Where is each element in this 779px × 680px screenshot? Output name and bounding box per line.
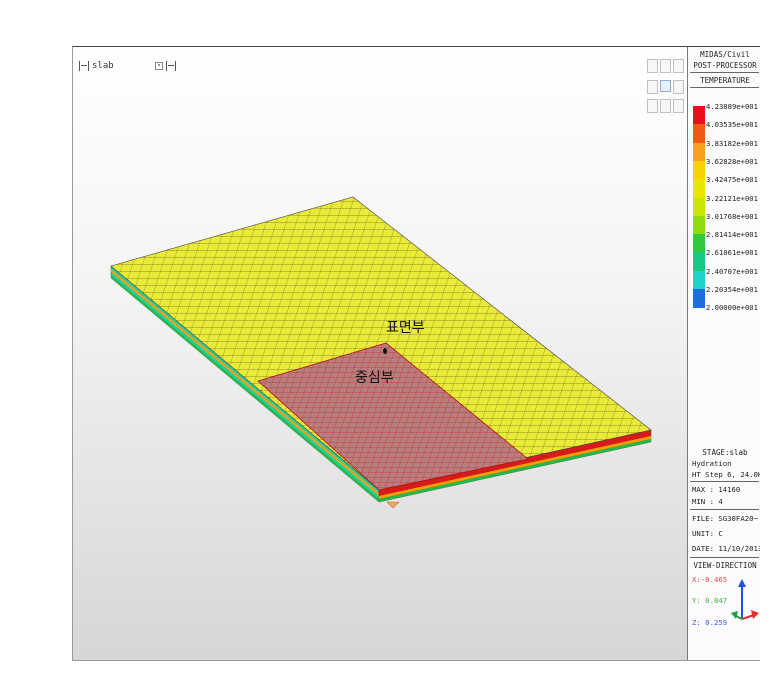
legend-swatch	[693, 160, 705, 180]
legend-panel: MIDAS/Civil POST-PROCESSOR TEMPERATURE 4…	[687, 47, 760, 660]
legend-value: 3.01768e+001	[706, 211, 758, 221]
legend-value: 2.20354e+001	[706, 285, 758, 294]
legend-swatch	[693, 289, 705, 308]
stage-label: STAGE:slab	[702, 448, 748, 457]
divider	[690, 481, 759, 482]
view-y-value: Y: 0.847	[692, 596, 728, 605]
program-name: MIDAS/Civil	[700, 50, 750, 59]
axis-triad-icon	[731, 579, 759, 620]
legend-swatch	[693, 179, 705, 198]
slab-model	[110, 196, 652, 509]
legend-swatch	[693, 215, 705, 235]
divider	[690, 557, 759, 558]
model-viewport[interactable]: slab ▾ 표면부 중심부	[73, 47, 687, 660]
divider	[690, 72, 759, 73]
legend-value: 2.61061e+001	[706, 248, 758, 258]
legend-value: 2.40707e+001	[706, 266, 758, 276]
legend-value: 3.62828e+001	[706, 156, 758, 166]
legend-swatch	[693, 234, 705, 253]
result-type: TEMPERATURE	[700, 76, 750, 85]
legend-value: 3.83182e+001	[706, 138, 758, 148]
view-direction-title: VIEW-DIRECTION	[693, 561, 757, 570]
legend-value: 3.42475e+001	[706, 175, 758, 185]
legend-swatch	[693, 197, 705, 216]
step-label: HT Step 6, 24.0Hr	[692, 470, 760, 479]
legend-value: 2.81414e+001	[706, 230, 758, 240]
processor-mode: POST-PROCESSOR	[693, 61, 757, 70]
node-marker	[383, 348, 387, 354]
post-processor-window: slab ▾ 표면부 중심부 MIDAS/Civil POST-PROCESSO…	[72, 46, 760, 661]
view-x-value: X:-0.465	[692, 575, 728, 584]
legend-value: 3.22121e+001	[706, 193, 758, 203]
legend-value: 2.00000e+001	[706, 303, 758, 313]
legend-swatch	[693, 142, 705, 162]
legend-swatch	[693, 252, 705, 271]
legend-value: 4.03535e+001	[706, 120, 758, 130]
legend-value: 4.23889e+001	[706, 102, 758, 111]
view-z-value: Z: 0.259	[692, 618, 728, 627]
surface-label: 표면부	[386, 320, 425, 336]
date-label: DATE: 11/10/2013	[692, 544, 760, 553]
unit-label: UNIT: C	[692, 529, 723, 538]
divider	[690, 87, 759, 88]
legend-swatch	[693, 270, 705, 290]
support-marker-icon	[386, 501, 400, 509]
legend-swatch	[693, 106, 705, 125]
divider	[690, 509, 759, 510]
legend-swatch	[693, 124, 705, 143]
analysis-label: Hydration	[692, 459, 732, 468]
center-label: 중심부	[355, 370, 394, 386]
file-label: FILE: SG30FA20~	[692, 514, 758, 523]
max-label: MAX : 14160	[692, 485, 741, 494]
min-label: MIN : 4	[692, 497, 723, 506]
